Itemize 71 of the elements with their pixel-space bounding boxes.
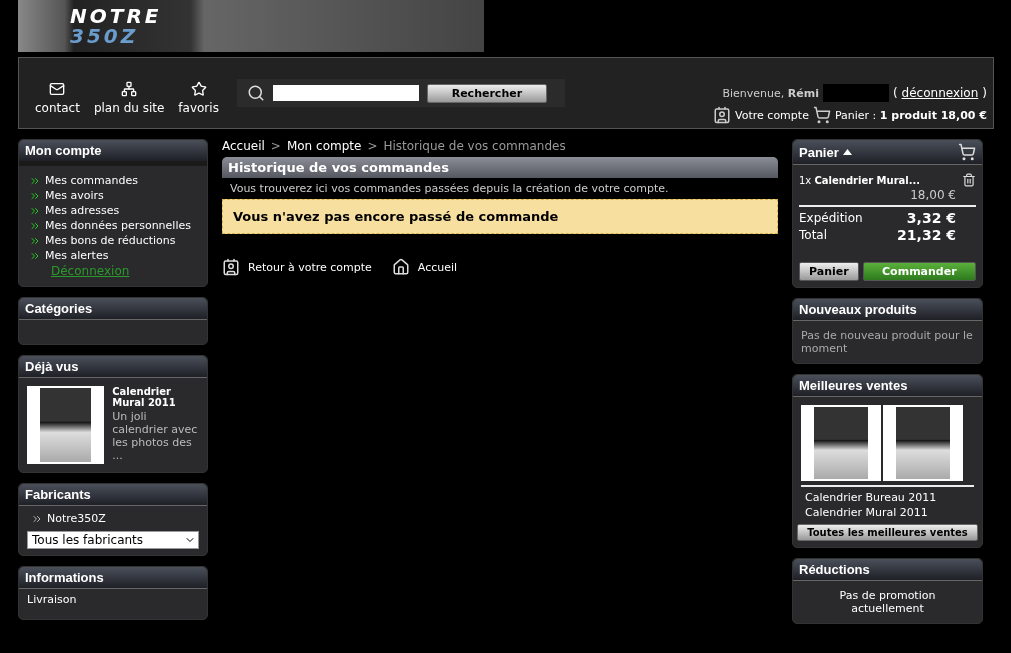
account-menu-item[interactable]: Mes adresses: [29, 204, 197, 217]
product-photo-placeholder[interactable]: [883, 405, 963, 481]
cart-icon: [958, 143, 976, 161]
parenthesis: ): [982, 86, 987, 100]
house-icon: [391, 258, 410, 276]
search-field[interactable]: [272, 85, 419, 101]
nav-link[interactable]: plan du site: [93, 71, 165, 115]
empty-message: Pas de nouveau produit pour le moment: [801, 329, 974, 355]
empty-message: Pas de promotion actuellement: [838, 589, 937, 615]
cart-summary[interactable]: Panier : 1 produit 18,00 €: [834, 108, 987, 122]
best-seller-link[interactable]: Calendrier Mural 2011: [805, 506, 978, 519]
breadcrumb-separator: >: [270, 139, 281, 153]
panel-title: Catégories: [19, 298, 207, 320]
cart-button[interactable]: Panier: [799, 262, 859, 281]
parenthesis: (: [892, 86, 898, 100]
checkout-button[interactable]: Commander: [862, 262, 976, 281]
panel-title: Meilleures ventes: [793, 375, 982, 397]
panel-title: Réductions: [793, 559, 982, 581]
summary-label: Expédition: [799, 211, 863, 225]
logo-text: 350Z: [70, 26, 140, 46]
footer-link[interactable]: Retour à votre compte: [222, 258, 372, 276]
mail-icon: [49, 81, 66, 97]
account-menu-item[interactable]: Mes données personnelles: [29, 219, 197, 232]
search-icon: [246, 84, 265, 102]
panel-title: Panier: [793, 140, 982, 165]
summary-amount: 21,32 €: [897, 227, 956, 243]
breadcrumb-item[interactable]: Accueil: [222, 139, 265, 153]
cart-icon: [812, 106, 831, 124]
cart-item[interactable]: 1x Calendrier Mural...: [799, 174, 921, 186]
panel-title: Fabricants: [19, 484, 207, 506]
star-icon: [190, 81, 207, 97]
all-best-sellers-button[interactable]: Toutes les meilleures ventes: [797, 524, 978, 541]
breadcrumb-item: Historique de vos commandes: [383, 139, 566, 153]
product-photo-placeholder[interactable]: [801, 405, 881, 481]
account-menu-item[interactable]: Mes avoirs: [29, 189, 197, 202]
account-link[interactable]: Votre compte: [735, 108, 809, 122]
nav-link[interactable]: contact: [35, 71, 80, 115]
account-card-icon: [713, 106, 732, 124]
sitemap-icon: [121, 81, 138, 97]
logout-link[interactable]: Déconnexion: [51, 264, 197, 278]
product-description: Un joli calendrier avec les photos des ...: [112, 410, 199, 462]
breadcrumb-item[interactable]: Mon compte: [286, 139, 362, 153]
page-title: Historique de vos commandes: [222, 157, 778, 178]
redaction-block: [822, 84, 889, 102]
warning-message: Vous n'avez pas encore passé de commande: [222, 199, 778, 234]
panel-title: Nouveaux produits: [793, 299, 982, 321]
account-menu-item[interactable]: Mes commandes: [29, 174, 197, 187]
summary-label: Total: [799, 228, 828, 242]
account-card-icon: [222, 258, 240, 276]
logo-text: NOTRE: [70, 6, 163, 26]
caret-up-icon: [842, 149, 852, 155]
best-seller-link[interactable]: Calendrier Bureau 2011: [805, 491, 978, 504]
logout-link[interactable]: déconnexion: [901, 86, 979, 100]
footer-link[interactable]: Accueil: [391, 258, 458, 276]
summary-amount: 3,32 €: [906, 210, 956, 226]
panel-title: Mon compte: [19, 140, 207, 166]
item-price: 18,00 €: [910, 188, 956, 202]
panel-title: Informations: [19, 567, 207, 589]
account-menu-item[interactable]: Mes bons de réductions: [29, 234, 197, 247]
welcome-text: Bienvenue, Rémi: [722, 86, 819, 100]
trash-icon[interactable]: [962, 173, 976, 187]
breadcrumb-separator: >: [367, 139, 378, 153]
panel-title: Déjà vus: [19, 356, 207, 378]
search-button[interactable]: Rechercher: [426, 83, 547, 103]
manufacturer-select[interactable]: Tous les fabricants: [27, 531, 199, 549]
product-name[interactable]: Calendrier Mural 2011: [112, 386, 199, 408]
nav-link[interactable]: favoris: [178, 71, 219, 115]
account-menu-item[interactable]: Mes alertes: [29, 249, 197, 262]
manufacturer-link[interactable]: Notre350Z: [31, 512, 199, 525]
intro-text: Vous trouverez ici vos commandes passées depuis la création de votre compte.: [230, 182, 670, 195]
info-link[interactable]: Livraison: [27, 593, 199, 606]
